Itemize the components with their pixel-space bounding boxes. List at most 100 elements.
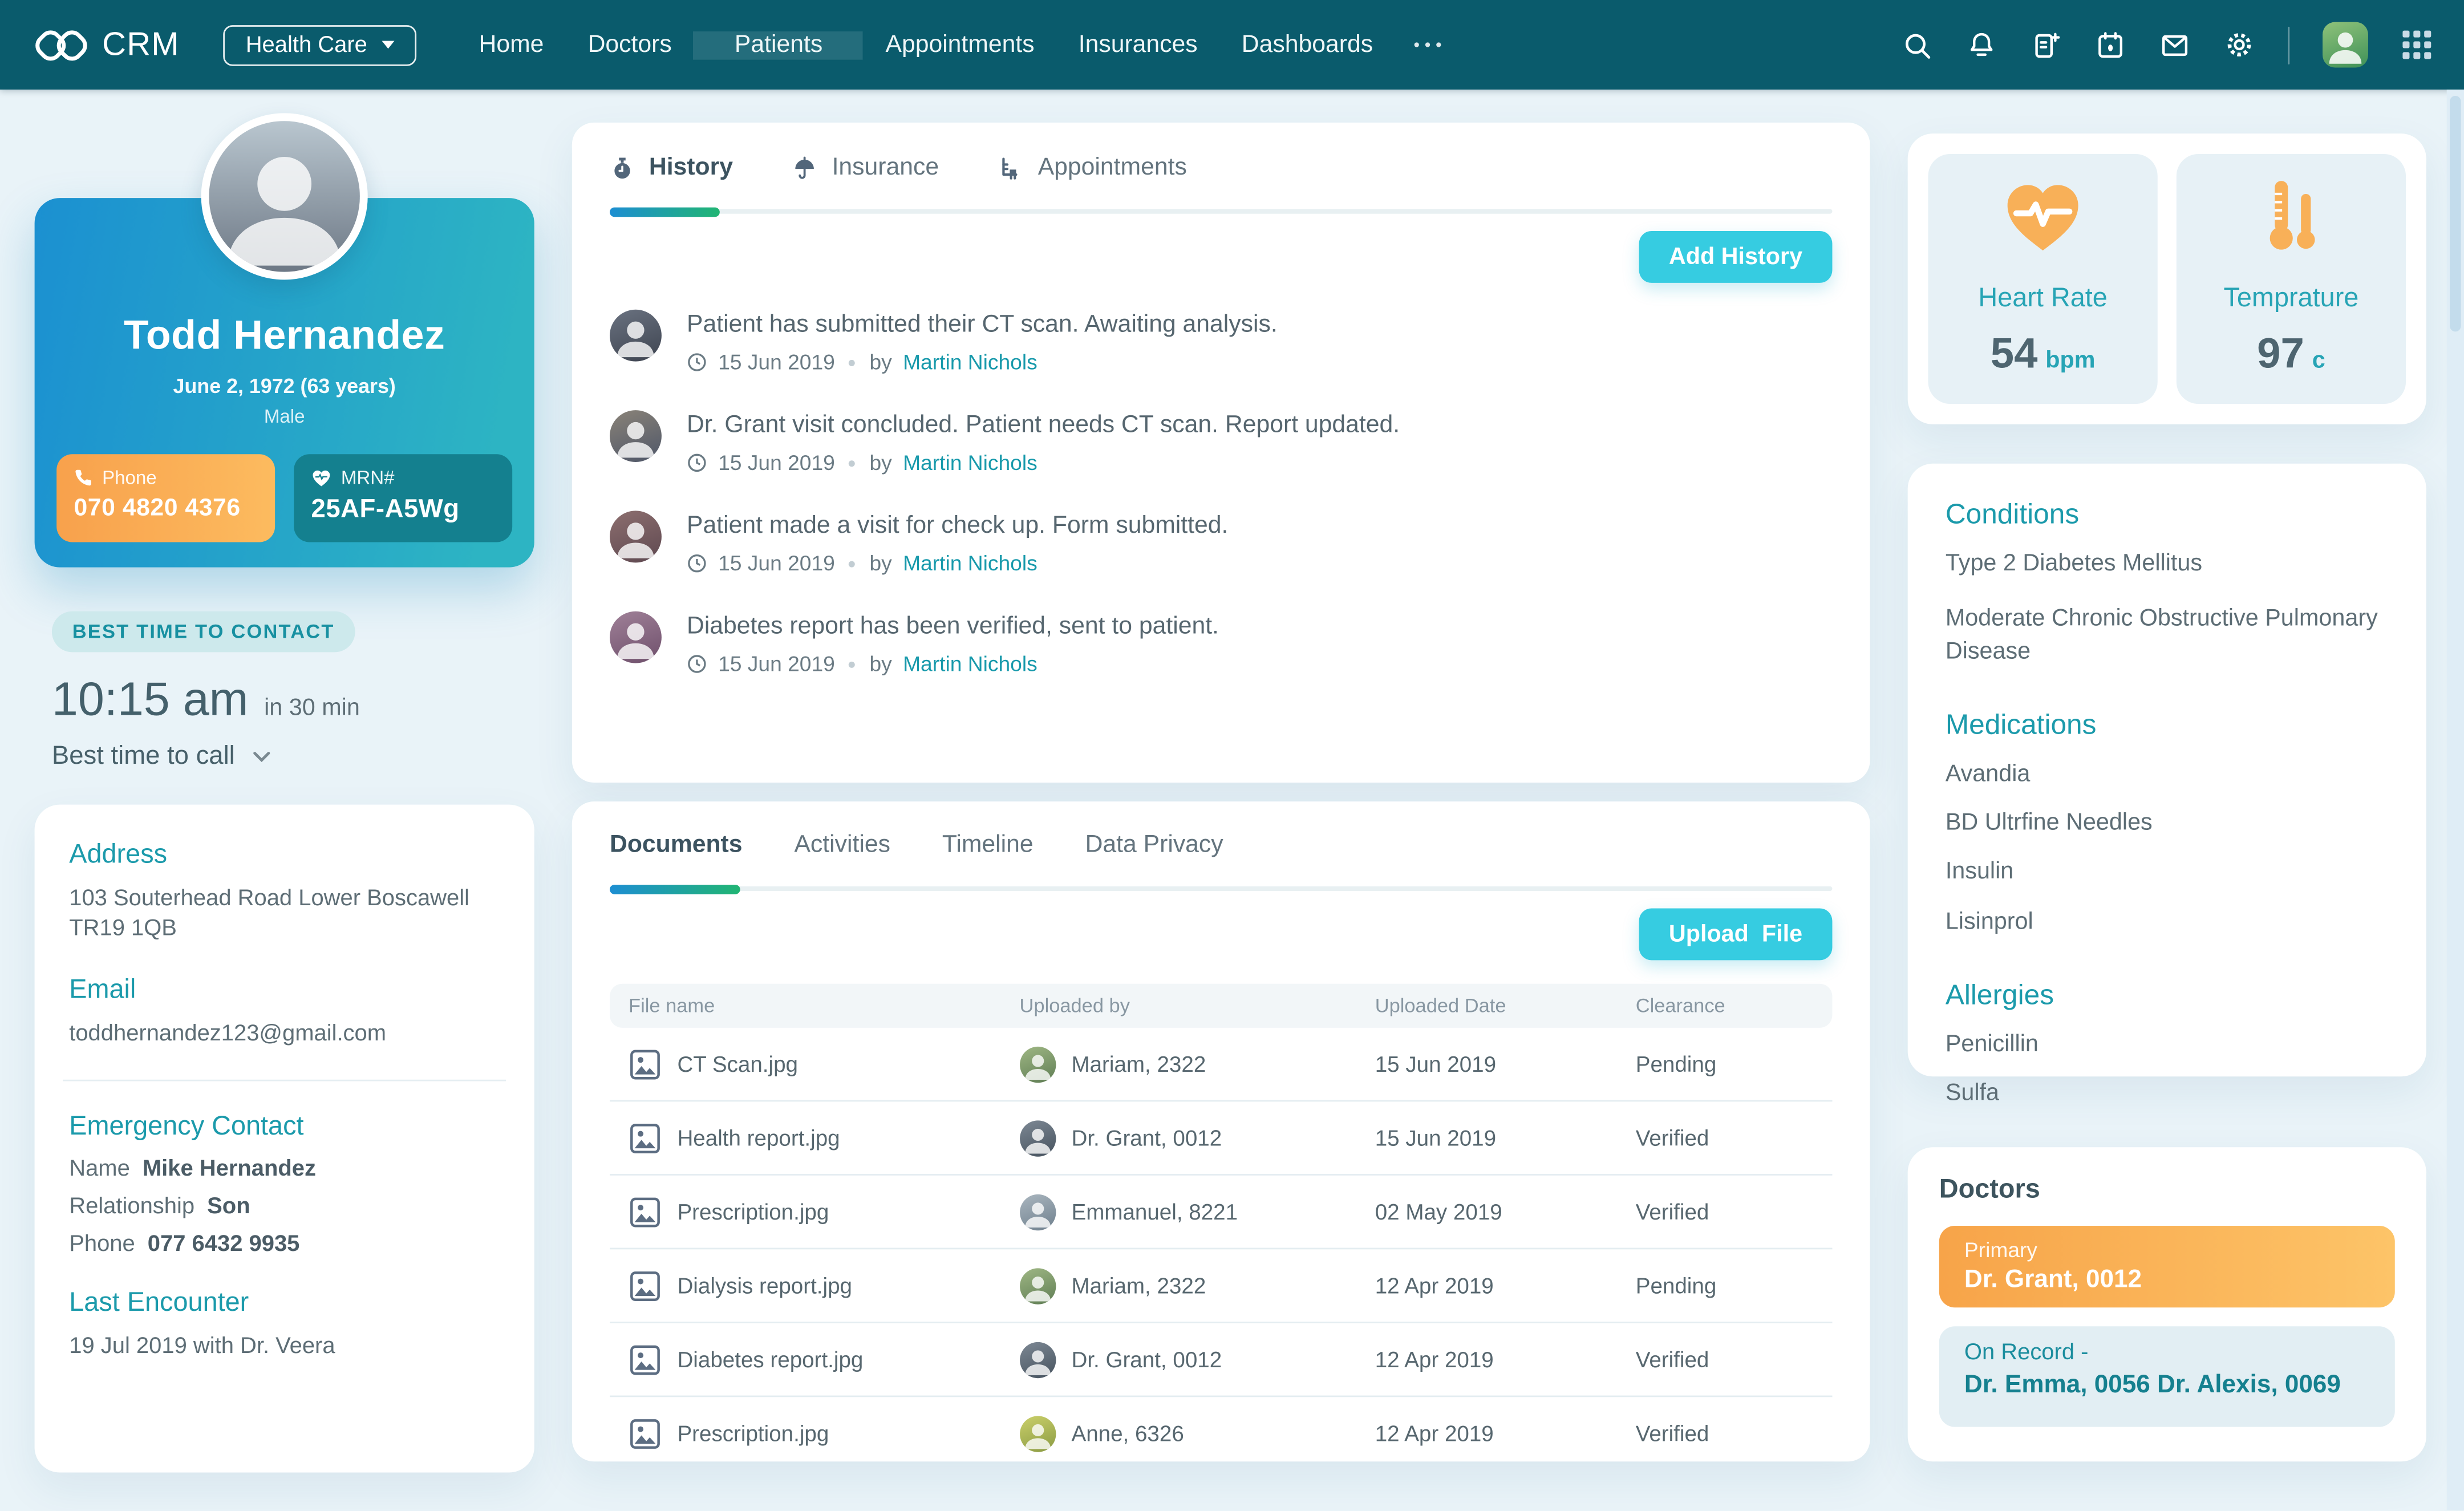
heart-icon [311,468,332,487]
nav-item-appointments[interactable]: Appointments [864,31,1056,59]
emergency-name-label: Name [69,1157,130,1182]
nav-item-home[interactable]: Home [457,31,566,59]
tab-underline [610,886,1832,891]
address-value: 103 Souterhead Road Lower Boscawell TR19… [69,885,500,945]
history-entry-author[interactable]: Martin Nichols [903,652,1038,675]
add-history-button[interactable]: Add History [1639,231,1833,283]
image-file-icon [629,1417,662,1450]
heart-rate-label: Heart Rate [1928,283,2158,314]
table-row[interactable]: Diabetes report.jpg Dr. Grant, 0012 12 A… [610,1323,1832,1397]
table-row[interactable]: Prescription.jpg Anne, 6326 12 Apr 2019 … [610,1397,1832,1461]
phone-icon [74,468,92,487]
image-file-icon [629,1195,662,1228]
primary-doctor-name: Dr. Grant, 0012 [1964,1267,2370,1295]
crm-logo[interactable]: CRM [35,25,180,66]
uploader-name: Mariam, 2322 [1071,1273,1206,1298]
heart-rate-unit: bpm [2045,347,2095,374]
documents-table: File name Uploaded by Uploaded Date Clea… [610,984,1832,1462]
bell-icon[interactable] [1965,29,1996,60]
calendar-icon[interactable] [2094,29,2125,60]
top-navbar: CRM Health Care Home Doctors Patients Ap… [0,0,2464,90]
uploaded-date: 12 Apr 2019 [1375,1421,1636,1446]
tab-activities[interactable]: Activities [794,831,890,860]
note-add-icon[interactable] [2029,29,2061,60]
tab-data-privacy[interactable]: Data Privacy [1085,831,1223,860]
table-row[interactable]: Prescription.jpg Emmanuel, 8221 02 May 2… [610,1176,1832,1249]
history-entry-author[interactable]: Martin Nichols [903,552,1038,575]
tab-activities-label: Activities [794,831,890,860]
patient-sidebar: Todd Hernandez June 2, 1972 (63 years) M… [35,123,534,1473]
heart-rate-tile: Heart Rate 54 bpm [1928,154,2158,404]
table-row[interactable]: CT Scan.jpg Mariam, 2322 15 Jun 2019 Pen… [610,1028,1832,1101]
on-record-doctor-names: Dr. Emma, 0056 Dr. Alexis, 0069 [1964,1372,2370,1400]
table-row[interactable]: Health report.jpg Dr. Grant, 0012 15 Jun… [610,1101,1832,1175]
by-label: by [869,350,891,374]
org-selector[interactable]: Health Care [224,25,416,66]
history-card: History Insurance Appointments [572,123,1870,783]
table-row[interactable]: Dialysis report.jpg Mariam, 2322 12 Apr … [610,1249,1832,1323]
emergency-relationship-label: Relationship [69,1195,194,1220]
history-entry-author[interactable]: Martin Nichols [903,350,1038,374]
uploader-name: Mariam, 2322 [1071,1051,1206,1076]
medical-info-card: Conditions Type 2 Diabetes Mellitus Mode… [1908,464,2426,1076]
uploader-avatar [1020,1046,1056,1082]
uploader-avatar [1020,1341,1056,1377]
clearance-status: Pending [1636,1273,1814,1298]
history-entry-text: Patient has submitted their CT scan. Awa… [687,311,1278,340]
doctors-card: Doctors Primary Dr. Grant, 0012 On Recor… [1908,1147,2426,1461]
allergy-item: Penicillin [1946,1029,2389,1061]
image-file-icon [629,1269,662,1302]
tab-insurance-label: Insurance [832,154,939,183]
emergency-phone-label: Phone [69,1233,135,1258]
by-label: by [869,652,891,675]
nav-item-dashboards[interactable]: Dashboards [1219,31,1395,59]
scrollbar-thumb[interactable] [2450,96,2461,331]
history-entry-date: 15 Jun 2019 [718,451,835,475]
clearance-status: Verified [1636,1125,1814,1151]
tab-appointments[interactable]: Appointments [999,154,1187,183]
tab-insurance[interactable]: Insurance [793,154,939,183]
nav-item-patients[interactable]: Patients [694,31,864,59]
uploaded-date: 15 Jun 2019 [1375,1125,1636,1151]
uploader-avatar [1020,1267,1056,1303]
crm-logo-text: CRM [102,26,180,63]
dot-separator [849,460,856,466]
medications-title: Medications [1946,708,2389,742]
apps-grid-icon[interactable] [2401,29,2433,60]
best-time-dropdown[interactable]: Best time to call [52,742,534,771]
emergency-phone-value: 077 6432 9935 [148,1233,300,1258]
phone-chip[interactable]: Phone 070 4820 4376 [56,454,275,542]
nav-item-insurances[interactable]: Insurances [1056,31,1219,59]
history-tabs: History Insurance Appointments [610,154,1832,183]
tab-history-label: History [649,154,733,183]
history-entry: Patient made a visit for check up. Form … [610,511,1832,575]
email-title: Email [69,975,500,1006]
clearance-status: Verified [1636,1199,1814,1224]
patient-mrn: 25AF-A5Wg [311,495,495,525]
patient-details-card: Address 103 Souterhead Road Lower Boscaw… [35,805,534,1473]
nav-item-doctors[interactable]: Doctors [566,31,694,59]
file-name: Health report.jpg [677,1125,840,1151]
page-scrollbar[interactable] [2447,90,2464,1510]
uploaded-date: 15 Jun 2019 [1375,1051,1636,1076]
emergency-contact-title: Emergency Contact [69,1112,500,1143]
search-icon[interactable] [1900,29,1932,60]
dot-separator [849,359,856,366]
stopwatch-icon [610,155,635,181]
uploader-name: Dr. Grant, 0012 [1071,1125,1222,1151]
gear-icon[interactable] [2223,29,2254,60]
user-avatar[interactable] [2323,22,2368,68]
emergency-relationship-value: Son [207,1195,250,1220]
phone-chip-label: Phone [102,467,157,489]
on-record-doctors-badge: On Record - Dr. Emma, 0056 Dr. Alexis, 0… [1939,1326,2395,1427]
last-encounter-title: Last Encounter [69,1287,500,1319]
nav-more-icon[interactable] [1395,31,1460,59]
author-avatar [610,611,662,663]
upload-file-button[interactable]: Upload File [1639,908,1833,960]
history-entry-author[interactable]: Martin Nichols [903,451,1038,475]
tab-timeline[interactable]: Timeline [942,831,1034,860]
tab-documents[interactable]: Documents [610,831,743,860]
mail-icon[interactable] [2158,29,2190,60]
history-entry-text: Diabetes report has been verified, sent … [687,613,1219,641]
tab-history[interactable]: History [610,154,733,183]
